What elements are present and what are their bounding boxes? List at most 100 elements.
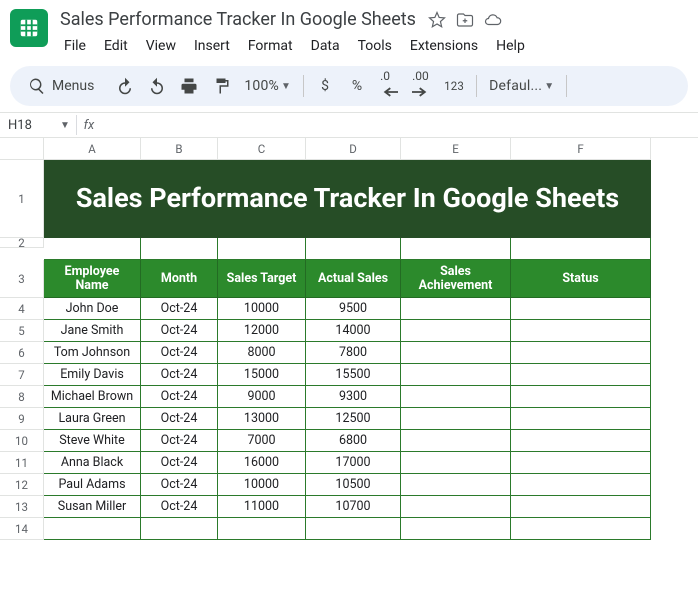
cell-e14[interactable] [401, 518, 511, 540]
zoom-dropdown[interactable]: 100%▼ [238, 71, 297, 101]
col-header-a[interactable]: A [44, 138, 141, 160]
cell-b14[interactable] [141, 518, 218, 540]
cell-d12[interactable]: 10500 [306, 474, 401, 496]
row-header-9[interactable]: 9 [0, 408, 44, 430]
spreadsheet-grid[interactable]: A B C D E F 1 Sales Performance Tracker … [0, 138, 698, 540]
header-sales-target[interactable]: Sales Target [218, 260, 306, 298]
select-all-corner[interactable] [0, 138, 44, 160]
menus-search-button[interactable]: Menus [18, 71, 108, 101]
cell-b7[interactable]: Oct-24 [141, 364, 218, 386]
cell-a2[interactable] [44, 238, 141, 260]
cell-b2[interactable] [141, 238, 218, 260]
row-header-10[interactable]: 10 [0, 430, 44, 452]
row-header-3[interactable]: 3 [0, 260, 44, 298]
cell-a14[interactable] [44, 518, 141, 540]
cell-e12[interactable] [401, 474, 511, 496]
cell-b8[interactable]: Oct-24 [141, 386, 218, 408]
cell-a7[interactable]: Emily Davis [44, 364, 141, 386]
move-icon[interactable] [454, 9, 476, 31]
cell-c6[interactable]: 8000 [218, 342, 306, 364]
menu-help[interactable]: Help [488, 34, 533, 58]
percent-button[interactable]: % [342, 71, 372, 101]
formula-input[interactable] [101, 113, 698, 137]
decrease-decimal-button[interactable]: .0 [374, 71, 404, 101]
menu-edit[interactable]: Edit [96, 34, 136, 58]
row-header-4[interactable]: 4 [0, 298, 44, 320]
cell-c8[interactable]: 9000 [218, 386, 306, 408]
cell-e10[interactable] [401, 430, 511, 452]
col-header-d[interactable]: D [306, 138, 401, 160]
sheet-title-cell[interactable]: Sales Performance Tracker In Google Shee… [44, 160, 651, 238]
font-dropdown[interactable]: Defaul...▼ [483, 71, 560, 101]
menu-insert[interactable]: Insert [186, 34, 238, 58]
name-box-dropdown[interactable]: ▼ [60, 120, 76, 131]
cell-d13[interactable]: 10700 [306, 496, 401, 518]
col-header-e[interactable]: E [401, 138, 511, 160]
cell-a6[interactable]: Tom Johnson [44, 342, 141, 364]
cell-e8[interactable] [401, 386, 511, 408]
header-status[interactable]: Status [511, 260, 651, 298]
redo-button[interactable] [142, 71, 172, 101]
cell-a8[interactable]: Michael Brown [44, 386, 141, 408]
cell-f11[interactable] [511, 452, 651, 474]
cell-c2[interactable] [218, 238, 306, 260]
col-header-c[interactable]: C [218, 138, 306, 160]
cell-e5[interactable] [401, 320, 511, 342]
row-header-5[interactable]: 5 [0, 320, 44, 342]
document-title[interactable]: Sales Performance Tracker In Google Shee… [56, 7, 420, 32]
cell-d7[interactable]: 15500 [306, 364, 401, 386]
row-header-13[interactable]: 13 [0, 496, 44, 518]
cell-f4[interactable] [511, 298, 651, 320]
cell-b6[interactable]: Oct-24 [141, 342, 218, 364]
cell-a5[interactable]: Jane Smith [44, 320, 141, 342]
cell-b4[interactable]: Oct-24 [141, 298, 218, 320]
star-icon[interactable] [426, 9, 448, 31]
more-formats-button[interactable]: 123 [438, 71, 470, 101]
header-actual-sales[interactable]: Actual Sales [306, 260, 401, 298]
cell-d8[interactable]: 9300 [306, 386, 401, 408]
cell-a9[interactable]: Laura Green [44, 408, 141, 430]
cell-f9[interactable] [511, 408, 651, 430]
cell-d14[interactable] [306, 518, 401, 540]
increase-decimal-button[interactable]: .00 [406, 71, 436, 101]
row-header-6[interactable]: 6 [0, 342, 44, 364]
row-header-2[interactable]: 2 [0, 238, 44, 248]
cell-b12[interactable]: Oct-24 [141, 474, 218, 496]
cell-c13[interactable]: 11000 [218, 496, 306, 518]
header-month[interactable]: Month [141, 260, 218, 298]
cell-e13[interactable] [401, 496, 511, 518]
cell-f13[interactable] [511, 496, 651, 518]
row-header-8[interactable]: 8 [0, 386, 44, 408]
cloud-status-icon[interactable] [482, 9, 504, 31]
paint-format-button[interactable] [206, 71, 236, 101]
header-employee-name[interactable]: Employee Name [44, 260, 141, 298]
cell-d5[interactable]: 14000 [306, 320, 401, 342]
row-header-7[interactable]: 7 [0, 364, 44, 386]
col-header-f[interactable]: F [511, 138, 651, 160]
undo-button[interactable] [110, 71, 140, 101]
menu-extensions[interactable]: Extensions [402, 34, 486, 58]
cell-d9[interactable]: 12500 [306, 408, 401, 430]
cell-e2[interactable] [401, 238, 511, 260]
menu-file[interactable]: File [56, 34, 94, 58]
cell-a10[interactable]: Steve White [44, 430, 141, 452]
sheets-logo[interactable] [10, 9, 48, 47]
cell-b5[interactable]: Oct-24 [141, 320, 218, 342]
cell-e6[interactable] [401, 342, 511, 364]
cell-b13[interactable]: Oct-24 [141, 496, 218, 518]
cell-c11[interactable]: 16000 [218, 452, 306, 474]
cell-c10[interactable]: 7000 [218, 430, 306, 452]
cell-f14[interactable] [511, 518, 651, 540]
header-sales-achievement[interactable]: Sales Achievement [401, 260, 511, 298]
row-header-11[interactable]: 11 [0, 452, 44, 474]
row-header-14[interactable]: 14 [0, 518, 44, 540]
row-header-12[interactable]: 12 [0, 474, 44, 496]
cell-d2[interactable] [306, 238, 401, 260]
cell-c7[interactable]: 15000 [218, 364, 306, 386]
cell-a4[interactable]: John Doe [44, 298, 141, 320]
print-button[interactable] [174, 71, 204, 101]
col-header-b[interactable]: B [141, 138, 218, 160]
cell-d10[interactable]: 6800 [306, 430, 401, 452]
cell-f12[interactable] [511, 474, 651, 496]
name-box[interactable]: H18 [0, 118, 60, 133]
